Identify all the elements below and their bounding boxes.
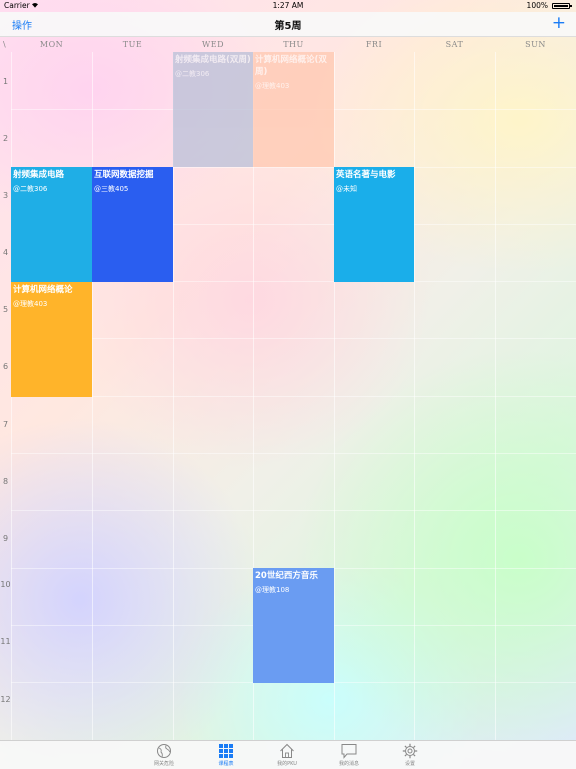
course-title: 英语名著与电影	[336, 170, 396, 180]
course-location: @三教405	[94, 185, 129, 193]
tab-label: 我的PKU	[277, 761, 297, 767]
tab-settings[interactable]: 设置	[380, 741, 440, 769]
globe-icon	[157, 744, 171, 758]
course-location: @二教306	[13, 185, 48, 193]
tab-label: 课程表	[218, 761, 234, 767]
grid-line	[11, 338, 576, 339]
period-label: 8	[2, 477, 9, 486]
period-label: 10	[0, 580, 11, 589]
course-block[interactable]: 计算机网络概论 @理教403	[11, 282, 92, 397]
day-header-tue: TUE	[122, 40, 143, 49]
tab-timetable[interactable]: 课程表	[196, 741, 256, 769]
course-location: @理教403	[13, 300, 48, 308]
period-label: 4	[2, 248, 9, 257]
period-label: 6	[2, 362, 9, 371]
chat-icon	[341, 744, 357, 759]
period-label: 11	[0, 637, 11, 646]
course-block[interactable]: 计算机网络概论(双周) @理教403	[253, 52, 334, 167]
tab-messages[interactable]: 我的消息	[319, 741, 379, 769]
corner-label: \	[3, 40, 6, 49]
nav-bar: 操作 第5周 +	[0, 12, 576, 37]
tab-bar: 网关危险 课程表 我的PKU 我的消息 设置	[0, 740, 576, 769]
course-title: 计算机网络概论	[13, 285, 73, 295]
status-time: 1:27 AM	[272, 1, 304, 10]
course-title: 计算机网络概论(双周)	[255, 55, 327, 77]
gear-icon	[402, 743, 418, 759]
grid-line	[11, 453, 576, 454]
day-header-fri: FRI	[365, 40, 383, 49]
course-block[interactable]: 英语名著与电影 @未知	[334, 167, 414, 282]
period-label: 1	[2, 77, 9, 86]
period-label: 3	[2, 191, 9, 200]
period-label: 7	[2, 420, 9, 429]
course-block[interactable]: 射频集成电路(双周) @二教306	[173, 52, 253, 167]
day-header-thu: THU	[283, 40, 304, 49]
period-label: 5	[2, 305, 9, 314]
battery-percent: 100%	[526, 1, 548, 10]
course-block[interactable]: 20世纪西方音乐 @理教108	[253, 568, 334, 683]
course-block[interactable]: 互联网数据挖掘 @三教405	[92, 167, 173, 282]
day-header-sat: SAT	[445, 40, 464, 49]
day-header: \ MON TUE WED THU FRI SAT SUN	[0, 37, 576, 52]
battery-icon	[552, 3, 572, 9]
tab-gateway[interactable]: 网关危险	[134, 741, 194, 769]
day-header-mon: MON	[39, 40, 64, 49]
course-title: 互联网数据挖掘	[94, 170, 154, 180]
period-label: 2	[2, 134, 9, 143]
period-label: 12	[0, 695, 11, 704]
grid-line	[11, 510, 576, 511]
course-location: @二教306	[175, 70, 210, 78]
tab-label: 网关危险	[153, 761, 174, 767]
day-header-wed: WED	[202, 40, 224, 49]
course-block[interactable]: 射频集成电路 @二教306	[11, 167, 92, 282]
course-location: @理教108	[255, 586, 290, 594]
tab-label: 我的消息	[338, 761, 359, 767]
course-title: 射频集成电路(双周)	[175, 55, 251, 65]
week-title: 第5周	[274, 21, 302, 32]
tab-my-pku[interactable]: 我的PKU	[257, 741, 317, 769]
course-location: @理教403	[255, 82, 290, 90]
course-title: 射频集成电路	[13, 170, 65, 180]
grid-icon	[219, 744, 233, 758]
course-title: 20世纪西方音乐	[255, 571, 318, 581]
course-location: @未知	[336, 185, 357, 193]
day-header-sun: SUN	[525, 40, 546, 49]
grid-line	[11, 396, 576, 397]
status-bar: Carrier 1:27 AM 100%	[0, 0, 576, 12]
period-label: 9	[2, 534, 9, 543]
add-course-button[interactable]: +	[552, 14, 566, 32]
tab-label: 设置	[404, 761, 415, 767]
home-icon	[280, 743, 294, 758]
